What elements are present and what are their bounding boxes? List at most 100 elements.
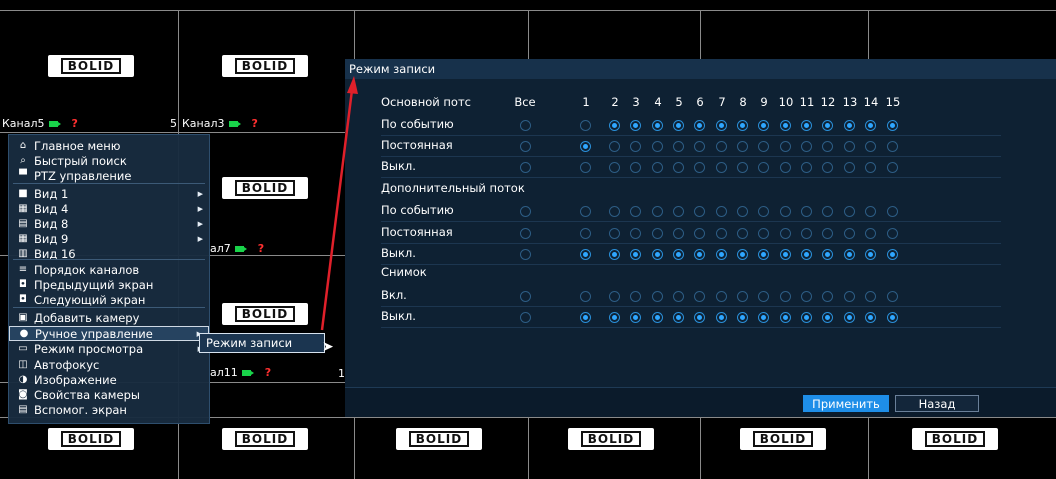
radio-channel[interactable]	[844, 249, 855, 260]
radio-channel[interactable]	[822, 206, 833, 217]
radio-channel[interactable]	[865, 141, 876, 152]
radio-channel[interactable]	[737, 162, 748, 173]
radio-channel[interactable]	[780, 162, 791, 173]
menu-item[interactable]: ⌕ Быстрый поиск	[9, 153, 209, 168]
radio-channel[interactable]	[580, 312, 591, 323]
radio-channel[interactable]	[652, 228, 663, 239]
radio-channel[interactable]	[630, 228, 641, 239]
radio-channel[interactable]	[737, 249, 748, 260]
radio-channel[interactable]	[780, 291, 791, 302]
radio-channel[interactable]	[630, 312, 641, 323]
radio-channel[interactable]	[780, 249, 791, 260]
radio-channel[interactable]	[609, 291, 620, 302]
radio-channel[interactable]	[822, 162, 833, 173]
radio-channel[interactable]	[737, 312, 748, 323]
radio-channel[interactable]	[694, 120, 705, 131]
radio-channel[interactable]	[673, 312, 684, 323]
radio-channel[interactable]	[844, 291, 855, 302]
menu-item[interactable]: ▭Режим просмотра▶	[9, 341, 209, 356]
radio-channel[interactable]	[801, 162, 812, 173]
menu-item[interactable]: ◫ Автофокус	[9, 357, 209, 372]
menu-item[interactable]: ◑ Изображение	[9, 372, 209, 387]
radio-channel[interactable]	[758, 228, 769, 239]
radio-channel[interactable]	[801, 249, 812, 260]
radio-channel[interactable]	[865, 162, 876, 173]
radio-channel[interactable]	[801, 120, 812, 131]
menu-item[interactable]: ◙ Свойства камеры	[9, 387, 209, 402]
radio-all[interactable]	[520, 249, 531, 260]
radio-channel[interactable]	[580, 206, 591, 217]
radio-channel[interactable]	[673, 249, 684, 260]
radio-channel[interactable]	[887, 120, 898, 131]
radio-channel[interactable]	[609, 120, 620, 131]
radio-channel[interactable]	[652, 249, 663, 260]
radio-channel[interactable]	[609, 206, 620, 217]
radio-channel[interactable]	[758, 291, 769, 302]
menu-item[interactable]: ≡ Порядок каналов	[9, 262, 209, 277]
radio-channel[interactable]	[673, 228, 684, 239]
radio-channel[interactable]	[694, 141, 705, 152]
menu-item[interactable]: ▀ PTZ управление	[9, 168, 209, 183]
radio-channel[interactable]	[844, 312, 855, 323]
radio-channel[interactable]	[580, 291, 591, 302]
radio-channel[interactable]	[716, 312, 727, 323]
radio-channel[interactable]	[652, 162, 663, 173]
radio-channel[interactable]	[887, 312, 898, 323]
radio-channel[interactable]	[801, 206, 812, 217]
radio-channel[interactable]	[652, 120, 663, 131]
radio-channel[interactable]	[758, 312, 769, 323]
radio-channel[interactable]	[865, 120, 876, 131]
radio-channel[interactable]	[630, 249, 641, 260]
radio-channel[interactable]	[694, 291, 705, 302]
radio-channel[interactable]	[580, 162, 591, 173]
radio-channel[interactable]	[737, 228, 748, 239]
radio-channel[interactable]	[716, 249, 727, 260]
menu-item[interactable]: ▦ Вид 9 ▶	[9, 231, 209, 246]
radio-channel[interactable]	[673, 120, 684, 131]
radio-channel[interactable]	[844, 228, 855, 239]
radio-channel[interactable]	[822, 291, 833, 302]
radio-channel[interactable]	[758, 120, 769, 131]
radio-channel[interactable]	[780, 206, 791, 217]
radio-channel[interactable]	[630, 206, 641, 217]
radio-channel[interactable]	[822, 249, 833, 260]
radio-channel[interactable]	[822, 141, 833, 152]
radio-channel[interactable]	[865, 249, 876, 260]
radio-channel[interactable]	[780, 141, 791, 152]
radio-channel[interactable]	[694, 312, 705, 323]
radio-channel[interactable]	[887, 291, 898, 302]
radio-channel[interactable]	[758, 249, 769, 260]
radio-channel[interactable]	[580, 120, 591, 131]
radio-all[interactable]	[520, 206, 531, 217]
radio-channel[interactable]	[716, 162, 727, 173]
radio-channel[interactable]	[737, 206, 748, 217]
radio-channel[interactable]	[609, 141, 620, 152]
radio-channel[interactable]	[630, 141, 641, 152]
radio-channel[interactable]	[716, 120, 727, 131]
radio-channel[interactable]	[694, 249, 705, 260]
radio-channel[interactable]	[865, 228, 876, 239]
radio-channel[interactable]	[822, 312, 833, 323]
back-button[interactable]: Назад	[895, 395, 979, 412]
radio-channel[interactable]	[716, 141, 727, 152]
radio-channel[interactable]	[630, 291, 641, 302]
apply-button[interactable]: Применить	[803, 395, 889, 412]
radio-channel[interactable]	[694, 162, 705, 173]
radio-channel[interactable]	[801, 291, 812, 302]
radio-all[interactable]	[520, 120, 531, 131]
radio-channel[interactable]	[673, 141, 684, 152]
radio-channel[interactable]	[580, 141, 591, 152]
radio-channel[interactable]	[865, 206, 876, 217]
radio-all[interactable]	[520, 291, 531, 302]
radio-all[interactable]	[520, 141, 531, 152]
radio-channel[interactable]	[887, 162, 898, 173]
radio-channel[interactable]	[737, 120, 748, 131]
radio-channel[interactable]	[780, 120, 791, 131]
menu-item[interactable]: ▤ Вспомог. экран	[9, 402, 209, 417]
radio-channel[interactable]	[737, 291, 748, 302]
radio-channel[interactable]	[609, 312, 620, 323]
menu-item[interactable]: ▦ Вид 4 ▶	[9, 201, 209, 216]
radio-channel[interactable]	[737, 141, 748, 152]
radio-channel[interactable]	[887, 141, 898, 152]
radio-channel[interactable]	[609, 162, 620, 173]
